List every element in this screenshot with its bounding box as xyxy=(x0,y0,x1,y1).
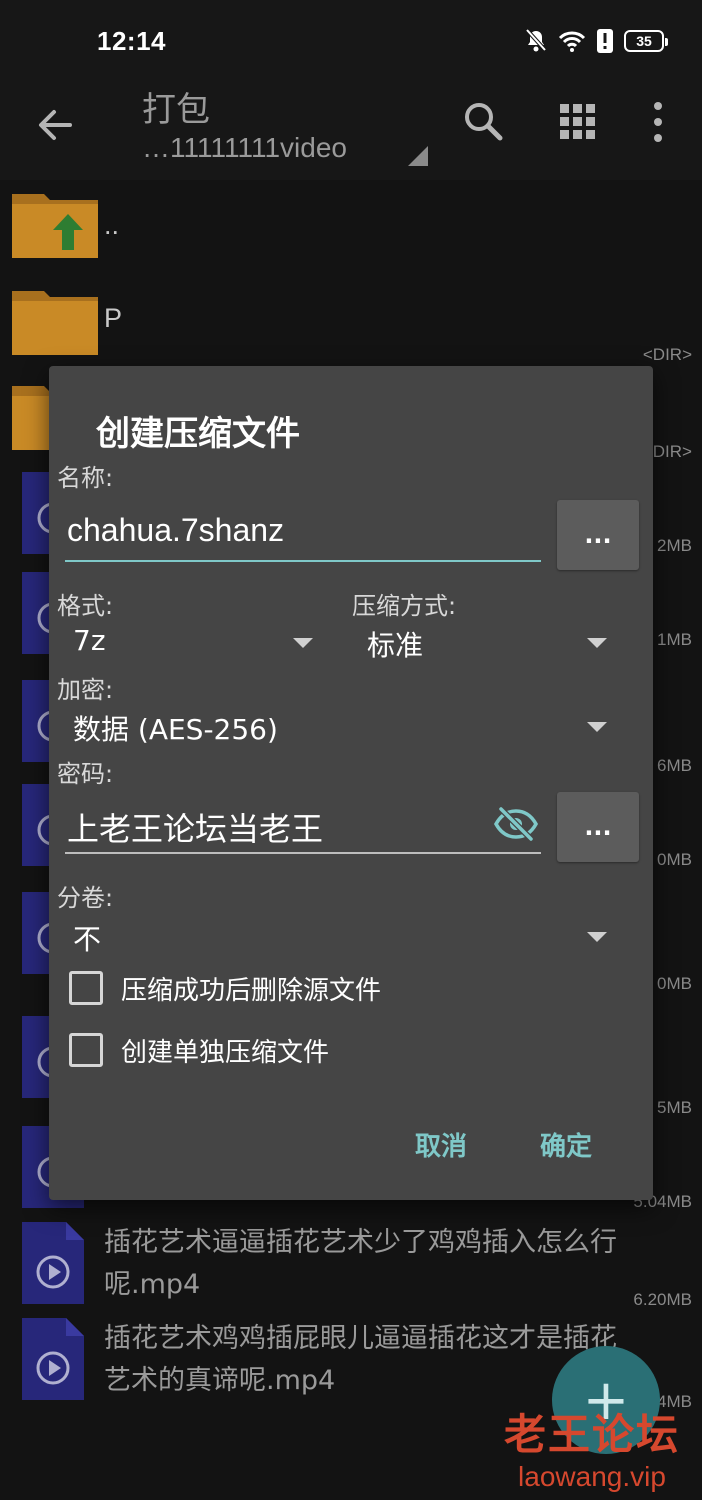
folder-icon xyxy=(12,291,98,355)
format-select[interactable]: 7z xyxy=(73,616,323,666)
ok-button[interactable]: 确定 xyxy=(540,1126,592,1163)
status-bar: 12:14 35 xyxy=(0,0,702,80)
file-meta: 0MB xyxy=(657,974,692,993)
create-archive-dialog: 创建压缩文件 名称: chahua.7shanz ... 格式: 7z 压缩方式… xyxy=(49,366,653,1200)
file-meta: <DIR> xyxy=(642,345,692,364)
toolbar-path[interactable]: …11111111video xyxy=(142,132,347,164)
status-time: 12:14 xyxy=(97,26,166,56)
chevron-down-icon xyxy=(293,638,313,648)
search-icon[interactable] xyxy=(462,100,504,142)
list-item[interactable]: 插花艺术逼逼插花艺术少了鸡鸡插入怎么行呢.mp4 6.20MB xyxy=(0,1218,702,1318)
video-file-icon xyxy=(22,1222,84,1304)
file-name: 插花艺术鸡鸡插屁眼儿逼逼插花这才是插花艺术的真谛呢.mp4 xyxy=(104,1323,617,1396)
split-select[interactable]: 不 xyxy=(73,910,617,960)
eye-off-icon[interactable] xyxy=(493,806,539,842)
encryption-value: 数据 (AES-256) xyxy=(73,713,278,746)
browse-button[interactable]: ... xyxy=(557,500,639,570)
chevron-down-icon xyxy=(587,722,607,732)
battery-level: 35 xyxy=(636,33,652,49)
grid-view-icon[interactable] xyxy=(558,102,598,142)
file-meta: 0MB xyxy=(657,850,692,869)
file-name: .. xyxy=(104,210,120,240)
file-meta: 4MB xyxy=(657,1392,692,1411)
split-label: 分卷: xyxy=(57,884,114,912)
video-file-icon xyxy=(22,1318,84,1400)
encryption-select[interactable]: 数据 (AES-256) xyxy=(73,700,617,750)
alert-icon xyxy=(597,29,613,53)
watermark-title: 老王论坛 xyxy=(503,1410,680,1459)
wifi-icon xyxy=(558,31,586,52)
separate-archives-label: 创建单独压缩文件 xyxy=(121,1037,330,1068)
password-input[interactable]: 上老王论坛当老王 xyxy=(65,794,541,854)
chevron-down-icon xyxy=(587,638,607,648)
method-value: 标准 xyxy=(367,629,424,662)
path-dropdown-icon[interactable] xyxy=(408,146,428,166)
file-meta: 2MB xyxy=(657,536,692,555)
delete-source-checkbox[interactable] xyxy=(69,971,103,1005)
status-icons: 35 xyxy=(524,26,668,56)
dialog-title: 创建压缩文件 xyxy=(96,414,300,454)
name-label: 名称: xyxy=(57,464,114,492)
split-value: 不 xyxy=(73,923,102,956)
list-item[interactable]: .. xyxy=(0,180,702,275)
file-name: P xyxy=(104,303,123,333)
format-value: 7z xyxy=(73,624,106,657)
chevron-down-icon xyxy=(587,932,607,942)
watermark: 老王论坛 laowang.vip xyxy=(504,1410,680,1494)
cancel-button[interactable]: 取消 xyxy=(415,1126,467,1163)
separate-archives-option[interactable]: 创建单独压缩文件 xyxy=(69,1030,329,1070)
back-arrow-icon[interactable] xyxy=(30,100,80,150)
delete-source-label: 压缩成功后删除源文件 xyxy=(121,975,382,1006)
delete-source-option[interactable]: 压缩成功后删除源文件 xyxy=(69,968,381,1008)
file-meta: 1MB xyxy=(657,630,692,649)
password-options-button[interactable]: ... xyxy=(557,792,639,862)
file-meta: 6MB xyxy=(657,756,692,775)
separate-archives-checkbox[interactable] xyxy=(69,1033,103,1067)
toolbar-title: 打包 xyxy=(142,90,210,130)
password-label: 密码: xyxy=(57,760,114,788)
list-item[interactable]: P <DIR> xyxy=(0,275,702,370)
battery-icon: 35 xyxy=(624,30,668,52)
file-meta: 6.20MB xyxy=(633,1290,692,1309)
more-vert-icon[interactable] xyxy=(648,100,668,144)
method-select[interactable]: 标准 xyxy=(367,616,617,666)
watermark-url: laowang.vip xyxy=(518,1461,666,1492)
archive-name-input[interactable]: chahua.7shanz xyxy=(65,502,541,562)
app-toolbar: 打包 …11111111video xyxy=(0,80,702,180)
folder-up-icon xyxy=(12,194,98,258)
mute-bell-icon xyxy=(525,28,547,52)
file-meta: DIR> xyxy=(652,442,692,461)
file-name: 插花艺术逼逼插花艺术少了鸡鸡插入怎么行呢.mp4 xyxy=(104,1227,617,1300)
file-meta: 5MB xyxy=(657,1098,692,1117)
